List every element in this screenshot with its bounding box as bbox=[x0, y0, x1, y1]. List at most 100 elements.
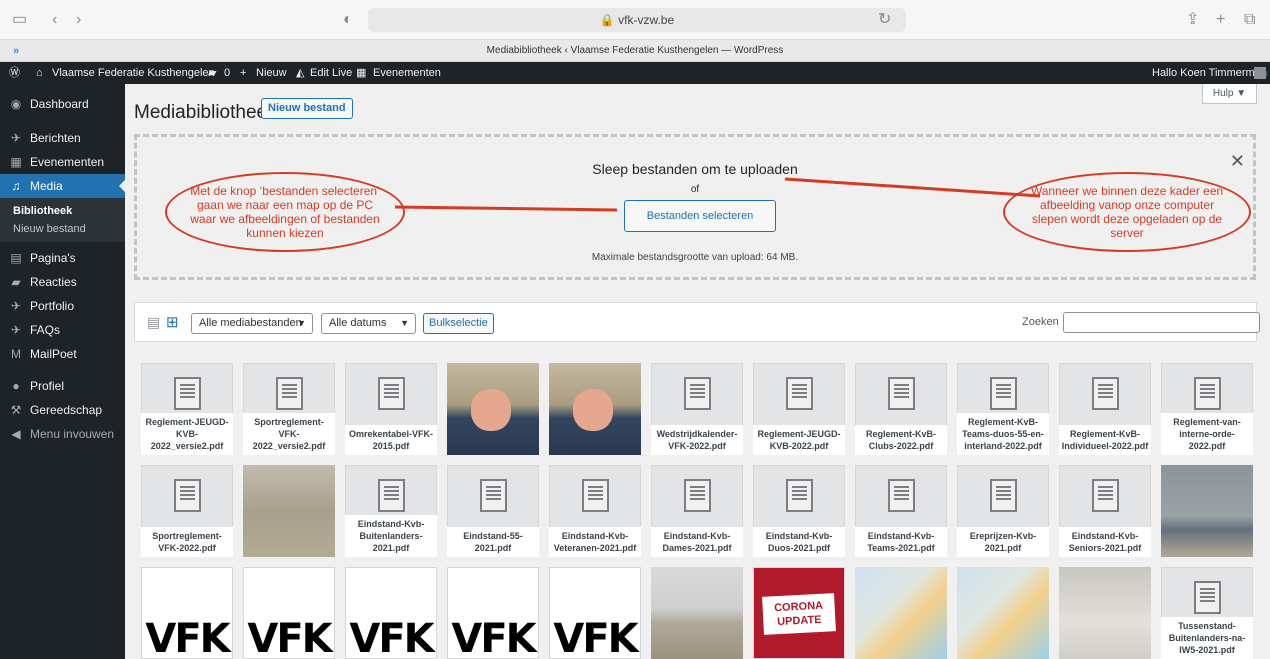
menu-portfolio[interactable]: ✈ Portfolio bbox=[0, 294, 125, 318]
document-icon bbox=[1092, 377, 1119, 410]
media-item[interactable]: Reglement-van-interne-orde-2022.pdf bbox=[1161, 363, 1253, 455]
new-menu[interactable]: Nieuw bbox=[256, 62, 287, 84]
calendar-icon[interactable]: ▦ bbox=[356, 62, 366, 84]
menu-label: Menu invouwen bbox=[30, 427, 115, 441]
filter-value: Alle mediabestanden bbox=[199, 317, 302, 329]
file-name: Tussenstand-Buitenlanders-na-IW5-2021.pd… bbox=[1161, 617, 1253, 659]
media-item[interactable]: Reglement-JEUGD-KVB-2022_versie2.pdf bbox=[141, 363, 233, 455]
plus-icon[interactable]: + bbox=[240, 62, 246, 84]
site-name[interactable]: Vlaamse Federatie Kusthengelen bbox=[52, 62, 215, 84]
media-item[interactable]: Eindstand-55-2021.pdf bbox=[447, 465, 539, 557]
menu-label: FAQs bbox=[30, 323, 61, 337]
menu-gereedschap[interactable]: ⚒ Gereedschap bbox=[0, 398, 125, 422]
media-item[interactable]: VFK bbox=[549, 567, 641, 659]
media-item[interactable] bbox=[957, 567, 1049, 659]
right-arrow bbox=[784, 177, 1041, 198]
media-item[interactable]: Eindstand-Kvb-Dames-2021.pdf bbox=[651, 465, 743, 557]
media-item[interactable] bbox=[1161, 465, 1253, 557]
menu-collapse[interactable]: ◀ Menu invouwen bbox=[0, 422, 125, 446]
media-item[interactable] bbox=[243, 465, 335, 557]
comments-icon[interactable]: ▰ bbox=[208, 62, 216, 84]
media-item[interactable]: Reglement-KvB-Individueel-2022.pdf bbox=[1059, 363, 1151, 455]
address-bar[interactable]: 🔒 vfk-vzw.be bbox=[368, 8, 906, 32]
list-view-icon[interactable]: ▤ bbox=[147, 314, 160, 331]
media-item[interactable]: Omrekentabel-VFK-2015.pdf bbox=[345, 363, 437, 455]
file-name: Eindstand-Kvb-Teams-2021.pdf bbox=[855, 527, 947, 557]
media-item[interactable]: VFK bbox=[141, 567, 233, 659]
media-item[interactable]: VFK bbox=[447, 567, 539, 659]
avatar[interactable] bbox=[1254, 67, 1266, 79]
media-item[interactable]: Eindstand-Kvb-Veteranen-2021.pdf bbox=[549, 465, 641, 557]
media-toolbar: ▤ ⊞ Alle mediabestanden ▼ Alle datums ▼ Bu… bbox=[134, 302, 1260, 342]
menu-profiel[interactable]: ● Profiel bbox=[0, 374, 125, 398]
menu-dashboard[interactable]: ◉ Dashboard bbox=[0, 92, 125, 116]
submenu-bibliotheek[interactable]: Bibliotheek bbox=[0, 202, 125, 220]
document-icon bbox=[786, 377, 813, 410]
media-item[interactable]: VFK bbox=[345, 567, 437, 659]
extension-icon[interactable]: » bbox=[0, 40, 32, 62]
media-item[interactable] bbox=[1059, 567, 1151, 659]
edit-live-icon[interactable]: ◭ bbox=[296, 62, 304, 84]
media-type-filter[interactable]: Alle mediabestanden ▼ bbox=[191, 313, 313, 334]
shield-icon[interactable]: ◐ bbox=[343, 12, 353, 28]
menu-paginas[interactable]: ▤ Pagina's bbox=[0, 246, 125, 270]
document-icon bbox=[684, 479, 711, 512]
comments-count[interactable]: 0 bbox=[224, 62, 230, 84]
media-item[interactable]: Wedstrijdkalender-VFK-2022.pdf bbox=[651, 363, 743, 455]
media-item[interactable]: Eindstand-Kvb-Buitenlanders-2021.pdf bbox=[345, 465, 437, 557]
home-icon[interactable]: ⌂ bbox=[36, 62, 43, 84]
sidebar-toggle-icon[interactable]: ▭ bbox=[12, 12, 27, 28]
document-icon bbox=[174, 479, 201, 512]
document-icon bbox=[582, 479, 609, 512]
tabs-overview-icon[interactable]: ⧉ bbox=[1244, 12, 1255, 28]
share-icon[interactable]: ⇪ bbox=[1186, 12, 1199, 28]
date-filter[interactable]: Alle datums ▼ bbox=[321, 313, 416, 334]
media-item[interactable]: Sportreglement-VFK-2022_versie2.pdf bbox=[243, 363, 335, 455]
search-input[interactable] bbox=[1063, 312, 1260, 333]
document-icon bbox=[276, 377, 303, 410]
bulk-select-button[interactable]: Bulkselectie bbox=[423, 313, 494, 334]
greeting[interactable]: Hallo Koen Timmerman bbox=[1152, 62, 1267, 84]
face-shape bbox=[471, 389, 511, 431]
file-name: Eindstand-Kvb-Veteranen-2021.pdf bbox=[549, 527, 641, 557]
media-item[interactable]: CORONA UPDATE bbox=[753, 567, 845, 659]
media-item[interactable]: Eindstand-Kvb-Seniors-2021.pdf bbox=[1059, 465, 1151, 557]
media-item[interactable]: Sportreglement-VFK-2022.pdf bbox=[141, 465, 233, 557]
media-item[interactable]: Tussenstand-Buitenlanders-na-IW5-2021.pd… bbox=[1161, 567, 1253, 659]
media-item[interactable]: Ereprijzen-Kvb-2021.pdf bbox=[957, 465, 1049, 557]
menu-berichten[interactable]: ✈ Berichten bbox=[0, 126, 125, 150]
events-link[interactable]: Evenementen bbox=[373, 62, 441, 84]
tab-title[interactable]: Mediabibliotheek ‹ Vlaamse Federatie Kus… bbox=[487, 45, 784, 56]
menu-reacties[interactable]: ▰ Reacties bbox=[0, 270, 125, 294]
pin-icon: ✈ bbox=[10, 131, 22, 145]
grid-view-icon[interactable]: ⊞ bbox=[166, 313, 179, 331]
reload-icon[interactable]: ↻ bbox=[878, 12, 891, 28]
submenu-nieuw-bestand[interactable]: Nieuw bestand bbox=[0, 220, 125, 238]
menu-evenementen[interactable]: ▦ Evenementen bbox=[0, 150, 125, 174]
menu-faqs[interactable]: ✈ FAQs bbox=[0, 318, 125, 342]
media-item[interactable]: Eindstand-Kvb-Duos-2021.pdf bbox=[753, 465, 845, 557]
document-icon bbox=[378, 479, 405, 512]
media-item[interactable] bbox=[447, 363, 539, 455]
file-name: Eindstand-Kvb-Dames-2021.pdf bbox=[651, 527, 743, 557]
media-item[interactable] bbox=[549, 363, 641, 455]
forward-icon[interactable]: › bbox=[76, 12, 81, 28]
image-thumbnail bbox=[855, 567, 947, 659]
media-item[interactable] bbox=[651, 567, 743, 659]
file-name: Reglement-JEUGD-KVB-2022.pdf bbox=[753, 425, 845, 455]
media-item[interactable]: Reglement-JEUGD-KVB-2022.pdf bbox=[753, 363, 845, 455]
media-item[interactable]: Reglement-KvB-Clubs-2022.pdf bbox=[855, 363, 947, 455]
menu-mailpoet[interactable]: M MailPoet bbox=[0, 342, 125, 366]
document-icon bbox=[990, 377, 1017, 410]
edit-live-link[interactable]: Edit Live bbox=[310, 62, 352, 84]
menu-media[interactable]: ♫ Media bbox=[0, 174, 125, 198]
media-item[interactable]: VFK bbox=[243, 567, 335, 659]
media-item[interactable]: Reglement-KvB-Teams-duos-55-en-interland… bbox=[957, 363, 1049, 455]
media-item[interactable]: Eindstand-Kvb-Teams-2021.pdf bbox=[855, 465, 947, 557]
back-icon[interactable]: ‹ bbox=[52, 12, 57, 28]
menu-label: Gereedschap bbox=[30, 403, 103, 417]
menu-label: Media bbox=[30, 179, 63, 193]
wordpress-logo-icon[interactable]: Ⓦ bbox=[9, 62, 20, 84]
media-item[interactable] bbox=[855, 567, 947, 659]
new-tab-icon[interactable]: + bbox=[1216, 12, 1225, 28]
